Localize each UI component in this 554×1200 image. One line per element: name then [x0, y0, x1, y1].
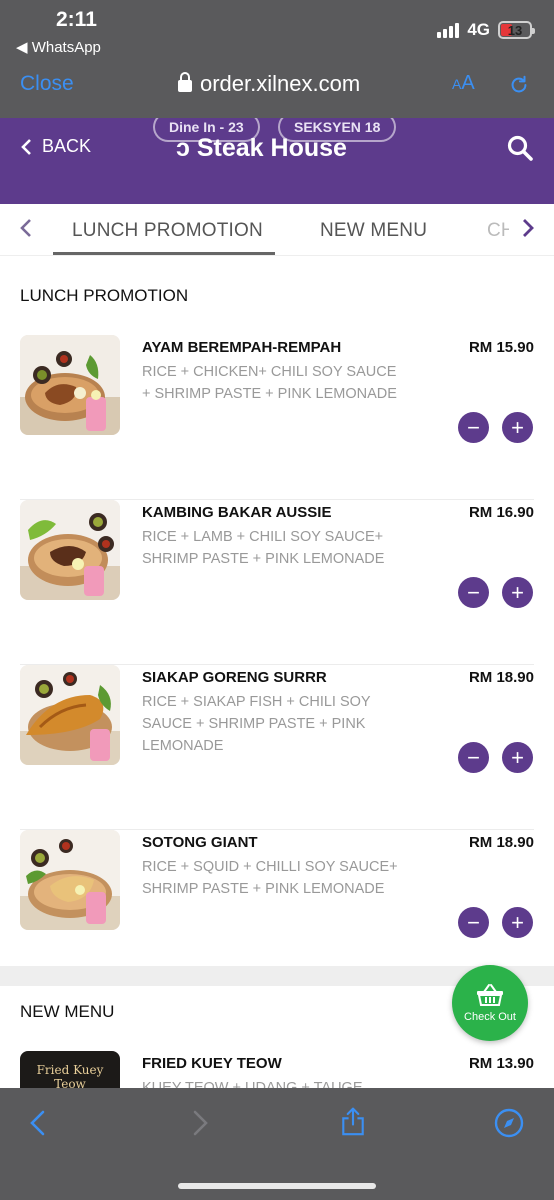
tab-partial[interactable]: CH [487, 220, 509, 242]
basket-icon [477, 984, 503, 1006]
lock-icon [178, 72, 192, 92]
thumb-text: Fried Kuey Teow [36, 1063, 104, 1091]
section-title-lunch: LUNCH PROMOTION [20, 286, 189, 305]
reload-icon[interactable] [508, 74, 530, 96]
chevron-left-icon [21, 138, 31, 155]
food-image [20, 500, 120, 600]
browser-top-bar: Close order.xilnex.com AA [0, 62, 554, 118]
compass-icon[interactable] [494, 1108, 524, 1138]
close-button[interactable]: Close [20, 72, 74, 96]
item-name: KAMBING BAKAR AUSSIE [142, 504, 332, 521]
menu-item[interactable]: KAMBING BAKAR AUSSIE RM 16.90 RICE + LAM… [20, 500, 534, 665]
status-bar: 2:11 ◀ WhatsApp 4G 13 [0, 0, 554, 62]
active-tab-indicator [53, 252, 275, 255]
category-tabs: LUNCH PROMOTION NEW MENU CH [0, 204, 554, 256]
home-indicator [178, 1183, 376, 1189]
item-price: RM 18.90 [468, 834, 534, 851]
decrease-quantity-button[interactable]: − [458, 412, 489, 443]
checkout-button[interactable]: Check Out [452, 965, 528, 1041]
browser-back-icon[interactable] [24, 1108, 54, 1138]
item-description: RICE + SQUID + CHILLI SOY SAUCE+ SHRIMP … [142, 859, 398, 897]
url-text: order.xilnex.com [200, 71, 361, 96]
item-description: RICE + SIAKAP FISH + CHILI SOY SAUCE + S… [142, 694, 371, 754]
tab-lunch-promotion[interactable]: LUNCH PROMOTION [72, 220, 263, 242]
text-size-button[interactable]: AA [452, 72, 475, 95]
back-to-app-link[interactable]: ◀ WhatsApp [16, 38, 101, 56]
item-price: RM 13.90 [468, 1055, 534, 1072]
menu-item[interactable]: Fried Kuey Teow FRIED KUEY TEOW RM 13.90… [20, 1051, 534, 1091]
tab-new-menu[interactable]: NEW MENU [320, 220, 427, 242]
network-type: 4G [467, 20, 490, 39]
item-description: RICE + LAMB + CHILI SOY SAUCE+ SHRIMP PA… [142, 529, 385, 567]
menu-item[interactable]: AYAM BEREMPAH-REMPAH RM 15.90 RICE + CHI… [20, 335, 534, 500]
tab-prev-icon[interactable] [16, 216, 38, 240]
increase-quantity-button[interactable]: + [502, 742, 533, 773]
increase-quantity-button[interactable]: + [502, 577, 533, 608]
search-icon[interactable] [506, 134, 534, 162]
signal-icon [437, 22, 460, 38]
browser-forward-icon[interactable] [184, 1108, 214, 1138]
item-name: SOTONG GIANT [142, 834, 258, 851]
food-image [20, 335, 120, 435]
item-price: RM 18.90 [468, 669, 534, 686]
back-label: BACK [42, 136, 92, 156]
food-image [20, 830, 120, 930]
checkout-label: Check Out [464, 1011, 516, 1023]
store-name: ɔ Steak House [176, 134, 347, 162]
item-price: RM 16.90 [468, 504, 534, 521]
food-image [20, 665, 120, 765]
increase-quantity-button[interactable]: + [502, 412, 533, 443]
item-price: RM 15.90 [468, 339, 534, 356]
decrease-quantity-button[interactable]: − [458, 577, 489, 608]
food-image: Fried Kuey Teow [20, 1051, 120, 1091]
battery-level: 13 [507, 22, 523, 38]
increase-quantity-button[interactable]: + [502, 907, 533, 938]
app-header: Dine In - 23 SEKSYEN 18 BACK ɔ Steak Hou… [0, 118, 554, 204]
item-name: SIAKAP GORENG SURRR [142, 669, 327, 686]
item-name: FRIED KUEY TEOW [142, 1055, 282, 1072]
menu-item[interactable]: SIAKAP GORENG SURRR RM 18.90 RICE + SIAK… [20, 665, 534, 830]
decrease-quantity-button[interactable]: − [458, 907, 489, 938]
status-indicators: 4G 13 [437, 20, 535, 40]
share-icon[interactable] [338, 1106, 368, 1136]
item-description: RICE + CHICKEN+ CHILI SOY SAUCE + SHRIMP… [142, 364, 397, 402]
battery-icon: 13 [498, 21, 535, 39]
back-button[interactable]: BACK [20, 136, 91, 157]
url-field[interactable]: order.xilnex.com [178, 71, 360, 97]
tab-next-icon[interactable] [516, 216, 538, 240]
status-time: 2:11 [56, 8, 97, 31]
section-title-new-menu: NEW MENU [20, 1002, 115, 1021]
item-name: AYAM BEREMPAH-REMPAH [142, 339, 342, 356]
decrease-quantity-button[interactable]: − [458, 742, 489, 773]
